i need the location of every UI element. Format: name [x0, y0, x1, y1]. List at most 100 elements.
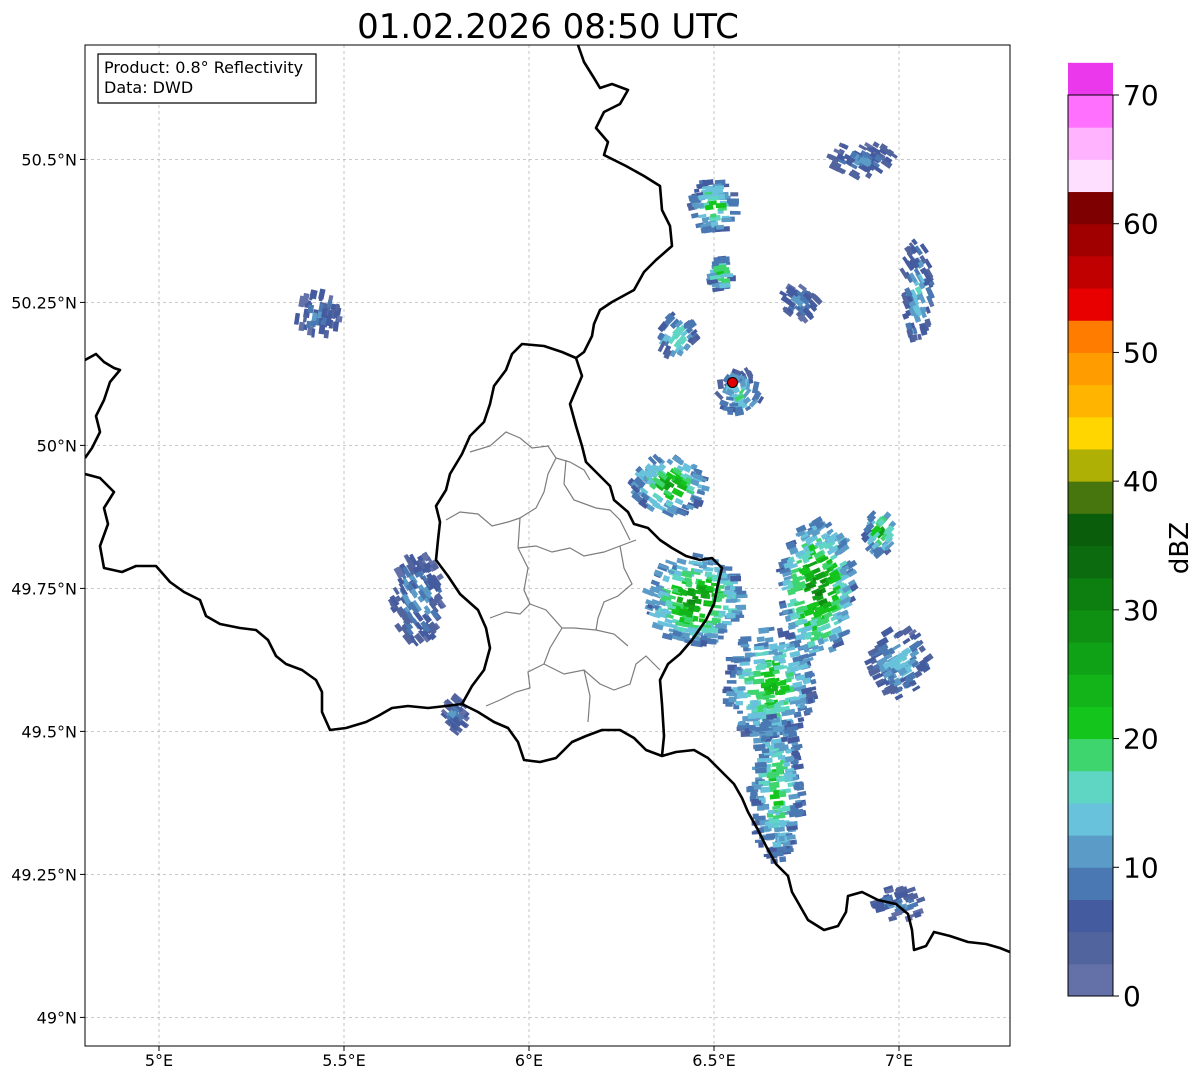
colorbar-band	[1068, 62, 1113, 96]
echo-bin	[744, 652, 753, 658]
colorbar-band	[1068, 255, 1113, 289]
x-tick-label: 6°E	[515, 1051, 543, 1070]
x-tick-label: 6.5°E	[692, 1051, 736, 1070]
echo-bin	[767, 771, 779, 778]
echo-bin	[760, 682, 770, 688]
echo-bin	[772, 725, 782, 733]
colorbar-band	[1068, 513, 1113, 546]
radar-site-marker	[727, 376, 738, 388]
echo-bin	[730, 575, 742, 582]
echo-bin	[748, 705, 756, 710]
echo-bin	[717, 635, 724, 640]
echo-bin	[781, 805, 791, 812]
y-tick-label: 49.75°N	[11, 579, 77, 598]
echo-bin	[700, 593, 708, 599]
product-info-box: Product: 0.8° Reflectivity Data: DWD	[97, 53, 317, 104]
echo-bin	[794, 801, 803, 809]
echo-bin	[729, 210, 741, 215]
echo-bin	[715, 202, 727, 209]
echo-bin	[779, 812, 786, 819]
echo-bin	[723, 686, 732, 692]
echo-bin	[765, 698, 772, 703]
echo-bin	[778, 835, 785, 842]
echo-bin	[760, 786, 771, 793]
echo-bin	[710, 213, 716, 218]
echo-bin	[739, 657, 751, 662]
x-axis-ticks: 5°E 5.5°E 6°E 6.5°E 7°E	[145, 1046, 913, 1070]
echo-bin	[767, 809, 775, 815]
colorbar-band	[1068, 288, 1113, 321]
colorbar-band	[1068, 642, 1113, 675]
echo-bin	[762, 782, 770, 787]
echo-bin	[704, 571, 713, 578]
echo-bin	[718, 193, 726, 200]
colorbar-band	[1068, 899, 1113, 933]
echo-bin	[784, 774, 793, 782]
echo-bin	[784, 729, 790, 734]
echo-bin	[713, 265, 722, 272]
echo-bin	[752, 813, 759, 820]
y-tick-label: 49°N	[37, 1008, 77, 1027]
echo-bin	[721, 217, 732, 223]
colorbar-ticks: 0 10 20 30 40 50 60 70	[1113, 79, 1159, 1013]
data-source-label: Data: DWD	[104, 78, 193, 97]
echo-bin	[745, 693, 751, 698]
echo-bin	[323, 329, 330, 339]
echo-bin	[699, 613, 706, 619]
echo-bin	[753, 785, 762, 790]
colorbar-band	[1068, 191, 1113, 225]
echo-bin	[756, 636, 765, 643]
colorbar-band	[1068, 352, 1113, 386]
colorbar-band	[1068, 159, 1113, 193]
echo-bin	[754, 761, 767, 769]
y-tick-label: 49.5°N	[21, 722, 77, 741]
echo-bin	[717, 622, 724, 629]
echo-bin	[725, 599, 736, 603]
echo-bin	[714, 185, 725, 190]
colorbar-band	[1068, 802, 1113, 836]
echo-bin	[773, 702, 781, 709]
echo-bin	[735, 594, 748, 599]
echo-bin	[745, 680, 753, 685]
echo-bin	[712, 189, 718, 194]
echo-bin	[728, 696, 737, 703]
echo-bin	[778, 790, 787, 798]
y-tick-label: 49.25°N	[11, 865, 77, 884]
echo-bin	[711, 617, 721, 624]
y-tick-label: 50°N	[37, 436, 77, 455]
y-tick-label: 50.25°N	[11, 293, 77, 312]
colorbar-band	[1068, 223, 1113, 257]
echo-bin	[750, 700, 759, 707]
colorbar-band	[1068, 448, 1113, 482]
echo-bin	[756, 712, 766, 717]
colorbar-tick-label: 10	[1123, 851, 1159, 884]
colorbar-band	[1068, 835, 1113, 868]
colorbar-band	[1068, 127, 1113, 160]
echo-bin	[729, 402, 739, 407]
echo-bin	[753, 670, 761, 677]
echo-bin	[730, 585, 736, 591]
echo-bin	[707, 632, 719, 639]
colorbar-band	[1068, 738, 1113, 772]
echo-bin	[705, 578, 712, 584]
echo-bin	[713, 256, 720, 264]
colorbar-band	[1068, 963, 1113, 997]
echo-bin	[765, 730, 774, 737]
echo-bin	[756, 805, 765, 811]
colorbar-band	[1068, 867, 1113, 900]
echo-bin	[723, 590, 735, 595]
echo-bin	[726, 612, 736, 619]
colorbar-band	[1068, 674, 1113, 707]
echo-bin	[781, 719, 788, 726]
echo-bin	[763, 853, 770, 858]
colorbar-tick-label: 30	[1123, 594, 1159, 627]
x-tick-label: 5°E	[145, 1051, 173, 1070]
colorbar-tick-label: 50	[1123, 336, 1159, 369]
colorbar-bands	[1068, 62, 1113, 997]
echo-bin	[311, 313, 318, 321]
echo-bin	[768, 781, 780, 789]
echo-bin	[726, 691, 735, 697]
echo-bin	[725, 701, 733, 707]
echo-bin	[761, 748, 770, 754]
colorbar-band	[1068, 384, 1113, 418]
